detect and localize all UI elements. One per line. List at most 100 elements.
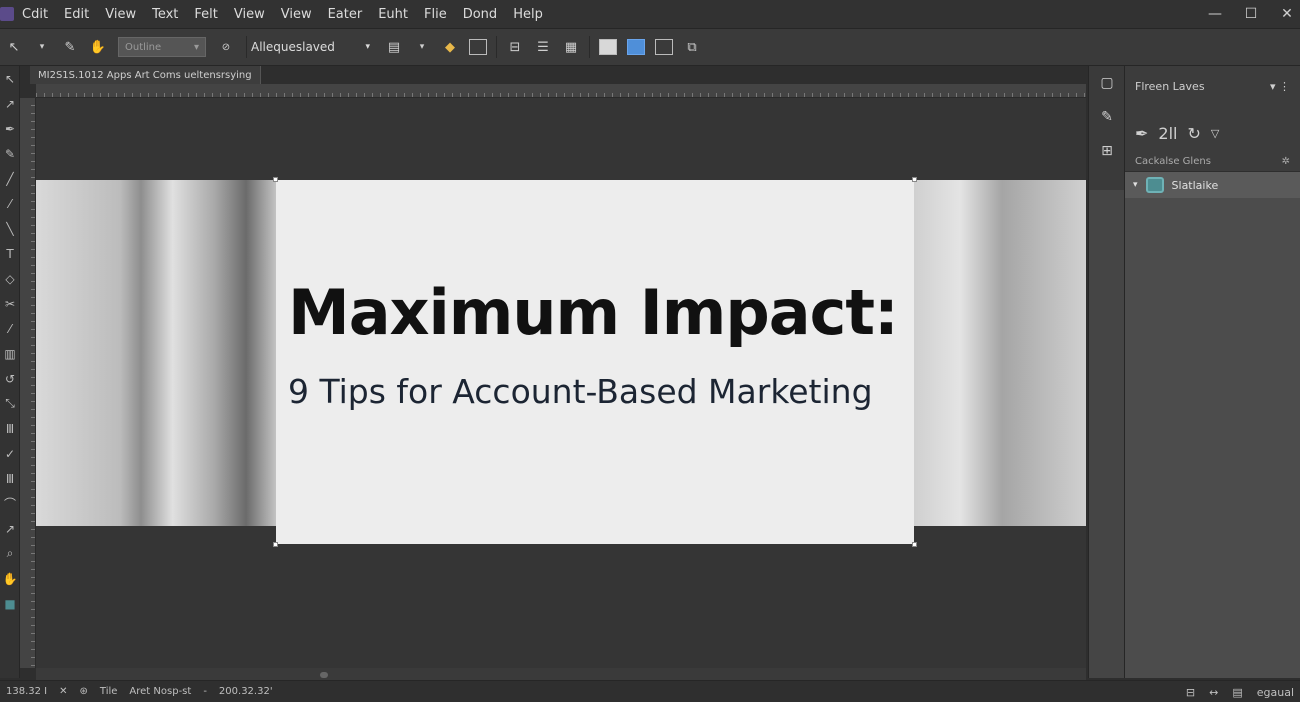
panel-title[interactable]: Flreen Laves [1135, 80, 1205, 100]
layer-name: Slatlaike [1171, 178, 1219, 192]
shape-tool-icon[interactable]: ◇ [0, 266, 20, 291]
close-icon[interactable]: ✕ [1280, 6, 1294, 22]
swatch-icon[interactable]: ■ [0, 591, 20, 616]
resize-handle-tl[interactable] [273, 177, 278, 182]
knife-tool-icon[interactable]: ╲ [0, 216, 20, 241]
menu-item-eater[interactable]: Eater [320, 7, 371, 22]
scissors-tool-icon[interactable]: ✂ [0, 291, 20, 316]
scale-tool-icon[interactable]: ⤡ [0, 391, 20, 416]
layout-icon[interactable]: ⊟ [1186, 686, 1195, 699]
menu-item-euht[interactable]: Euht [370, 7, 416, 22]
font-select[interactable]: Allequeslaved ▾ [246, 36, 374, 58]
brush-icon[interactable]: ✎ [61, 38, 79, 56]
check-tool-icon[interactable]: ✓ [0, 441, 20, 466]
pencil-tool-icon[interactable]: ✎ [0, 141, 20, 166]
settings-icon[interactable]: ✲ [1282, 156, 1290, 167]
layer-row[interactable]: ▾ Slatlaike [1125, 172, 1300, 198]
pen-icon[interactable]: ✒ [1135, 124, 1148, 143]
preset-select[interactable]: Outline ▾ [118, 37, 206, 57]
align-center-icon[interactable]: ☰ [534, 38, 552, 56]
line-tool-icon[interactable]: ╱ [0, 166, 20, 191]
panel-section-label: Cackalse Glens [1135, 156, 1211, 167]
panel-tools-label[interactable]: 2ll [1158, 124, 1177, 143]
paint-bucket-icon[interactable]: ◆ [441, 38, 459, 56]
chevron-down-icon: ▾ [365, 42, 370, 52]
hand-icon[interactable]: ✋ [89, 38, 107, 56]
canvas-area[interactable]: Maximum Impact: 9 Tips for Account-Based… [36, 98, 1086, 668]
eyedropper-tool-icon[interactable]: ⁄ [0, 316, 20, 341]
menu-item-cdit[interactable]: Cdit [14, 7, 56, 22]
horizontal-scrollbar[interactable] [36, 668, 1086, 680]
status-bar: 138.32 I ✕ ⊛ Tile Aret Nosp-st - 200.32.… [0, 680, 1300, 702]
file-icon: ⊛ [79, 686, 88, 697]
menu-item-dond[interactable]: Dond [455, 7, 505, 22]
distribute-icon[interactable]: ⊟ [506, 38, 524, 56]
resize-handle-bl[interactable] [273, 542, 278, 547]
menu-item-view[interactable]: View [97, 7, 144, 22]
status-right-label: egaual [1256, 685, 1294, 699]
zoom-tool-icon[interactable]: ⌕ [0, 541, 20, 566]
horizontal-ruler[interactable] [36, 84, 1086, 98]
selection-tool-icon[interactable]: ↖ [0, 66, 20, 91]
collapse-icon[interactable]: ↔ [1209, 686, 1218, 699]
layers-empty-area [1125, 198, 1300, 678]
maximize-icon[interactable]: ☐ [1244, 6, 1258, 22]
chevron-down-icon[interactable]: ▾ [1133, 180, 1138, 190]
minimize-icon[interactable]: — [1208, 6, 1222, 22]
links-icon[interactable]: ⊞ [1089, 134, 1125, 168]
chart-tool-icon[interactable]: Ⅲ [0, 466, 20, 491]
menu-item-flie[interactable]: Flie [416, 7, 455, 22]
subhead-text[interactable]: 9 Tips for Account-Based Marketing [288, 372, 873, 411]
dock-top: ▢ ✎ ⊞ [1089, 66, 1124, 190]
app-window: Cdit Edit View Text Felt View View Eater… [0, 0, 1300, 702]
document-tab-label: MI2S1S.1012 Apps Art Coms ueltensrsying [38, 69, 252, 81]
scrollbar-thumb[interactable] [320, 672, 328, 678]
grid-view-icon[interactable]: ▤ [1232, 686, 1242, 699]
pen-tool-icon[interactable]: ✒ [0, 116, 20, 141]
menu-item-felt[interactable]: Felt [186, 7, 225, 22]
headline-text[interactable]: Maximum Impact: [288, 276, 899, 349]
lasso-tool-icon[interactable]: ⌒ [0, 491, 20, 516]
chevron-down-icon[interactable]: ▾ [33, 38, 51, 56]
resize-handle-tr[interactable] [912, 177, 917, 182]
brush-panel-icon[interactable]: ✎ [1089, 100, 1125, 134]
menu-bar: Cdit Edit View Text Felt View View Eater… [0, 0, 1300, 28]
separator [589, 36, 590, 58]
brush-tool-icon[interactable]: ⁄ [0, 191, 20, 216]
gradient-tool-icon[interactable]: ▥ [0, 341, 20, 366]
rotate-tool-icon[interactable]: ↺ [0, 366, 20, 391]
menu-item-view-2[interactable]: View [226, 7, 273, 22]
chevron-down-icon: ▾ [193, 41, 199, 53]
pen-tool-icon[interactable]: ↖ [5, 38, 23, 56]
close-icon[interactable]: ✕ [59, 686, 67, 697]
grid-icon[interactable]: ▦ [562, 38, 580, 56]
refresh-icon[interactable]: ↻ [1187, 124, 1200, 143]
document-tab[interactable]: MI2S1S.1012 Apps Art Coms ueltensrsying [30, 66, 261, 84]
columns-tool-icon[interactable]: Ⅲ [0, 416, 20, 441]
vertical-ruler[interactable] [20, 98, 36, 668]
separator [496, 36, 497, 58]
menu-item-text[interactable]: Text [144, 7, 186, 22]
text-frame[interactable]: Maximum Impact: 9 Tips for Account-Based… [273, 177, 917, 547]
type-tool-icon[interactable]: T [0, 241, 20, 266]
chevron-down-icon[interactable]: ▽ [1211, 127, 1219, 140]
link-frame-icon[interactable]: ⧉ [683, 38, 701, 56]
panel-menu-icon[interactable]: ▾ ⋮ [1270, 80, 1290, 100]
pages-icon[interactable]: ▢ [1089, 66, 1125, 100]
chevron-down-icon[interactable]: ▾ [413, 38, 431, 56]
rectangle-icon[interactable] [655, 39, 673, 55]
frame-icon[interactable] [469, 39, 487, 55]
menu-item-help[interactable]: Help [505, 7, 551, 22]
arrow-tool-icon[interactable]: ↗ [0, 516, 20, 541]
zoom-level[interactable]: 138.32 I [6, 686, 47, 697]
page-icon[interactable] [599, 39, 617, 55]
layer-thumbnail [1145, 177, 1164, 193]
text-frame-icon[interactable] [627, 39, 645, 55]
link-icon[interactable]: ⊘ [217, 38, 235, 56]
hand-tool-icon[interactable]: ✋ [0, 566, 20, 591]
menu-item-view-3[interactable]: View [273, 7, 320, 22]
align-left-icon[interactable]: ▤ [385, 38, 403, 56]
menu-item-edit[interactable]: Edit [56, 7, 97, 22]
direct-select-tool-icon[interactable]: ↗ [0, 91, 20, 116]
resize-handle-br[interactable] [912, 542, 917, 547]
